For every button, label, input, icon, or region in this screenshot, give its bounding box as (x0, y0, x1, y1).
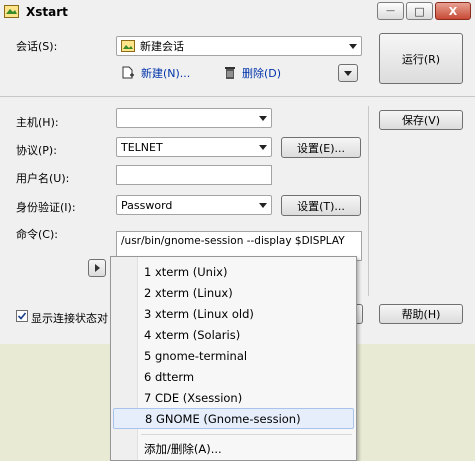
save-button[interactable]: 保存(V) (379, 110, 463, 130)
chevron-down-icon (349, 44, 357, 49)
run-button-label: 运行(R) (401, 52, 441, 66)
new-session-link[interactable]: 新建(N)... (121, 65, 190, 81)
save-button-label: 保存(V) (401, 114, 441, 127)
host-label: 主机(H): (16, 116, 59, 129)
protocol-combo[interactable]: TELNET (116, 137, 272, 157)
command-value: /usr/bin/gnome-session --display $DISPLA… (121, 235, 345, 247)
menu-item-add-delete[interactable]: 添加/删除(A)... (113, 438, 354, 459)
auth-settings-label: 设置(T)... (297, 199, 345, 213)
show-status-checkbox[interactable] (16, 310, 28, 322)
chevron-down-icon (344, 70, 352, 76)
help-button-label: 帮助(H) (401, 308, 441, 321)
menu-item-xterm-solaris[interactable]: 4 xterm (Solaris) (113, 324, 354, 345)
new-document-icon (122, 66, 134, 79)
minimize-icon: — (386, 6, 395, 16)
username-label: 用户名(U): (16, 172, 70, 185)
menu-item-label: 添加/删除(A)... (144, 441, 222, 456)
close-icon: X (448, 4, 458, 18)
window-title: Xstart (26, 5, 68, 19)
run-button[interactable]: 运行(R) (379, 33, 463, 84)
chevron-down-icon (259, 203, 267, 208)
session-combo[interactable]: 新建会话 (116, 36, 362, 56)
session-label: 会话(S): (16, 40, 58, 53)
maximize-icon: □ (414, 4, 425, 18)
auth-combo[interactable]: Password (116, 195, 272, 215)
trash-icon (225, 67, 235, 79)
chevron-down-icon (259, 116, 267, 121)
command-label: 命令(C): (16, 228, 58, 241)
menu-item-label: 3 xterm (Linux old) (144, 306, 254, 321)
vertical-separator (368, 106, 369, 296)
menu-item-cde-xsession[interactable]: 7 CDE (Xsession) (113, 387, 354, 408)
protocol-settings-button[interactable]: 设置(E)... (281, 137, 361, 158)
auth-label: 身份验证(I): (16, 201, 76, 214)
show-status-label: 显示连接状态对 (31, 312, 108, 325)
protocol-label: 协议(P): (16, 144, 57, 157)
separator (0, 96, 475, 97)
play-arrow-icon (94, 264, 100, 272)
menu-item-label: 6 dtterm (144, 369, 195, 384)
menu-item-label: 2 xterm (Linux) (144, 285, 233, 300)
menu-separator (141, 434, 352, 435)
new-session-label: 新建(N)... (141, 67, 191, 80)
menu-item-gnome-terminal[interactable]: 5 gnome-terminal (113, 345, 354, 366)
menu-item-label: 5 gnome-terminal (144, 348, 248, 363)
menu-item-label: 7 CDE (Xsession) (144, 390, 243, 405)
auth-settings-button[interactable]: 设置(T)... (281, 195, 361, 216)
close-button[interactable]: X (435, 2, 471, 20)
host-combo[interactable] (116, 108, 272, 128)
menu-item-label: 8 GNOME (Gnome-session) (145, 411, 301, 426)
delete-session-link[interactable]: 删除(D) (224, 65, 281, 81)
xstart-app-icon (4, 5, 19, 18)
minimize-button[interactable]: — (377, 2, 404, 20)
title-bar: Xstart — □ X (0, 0, 475, 26)
maximize-button[interactable]: □ (406, 2, 433, 20)
checkmark-icon (17, 312, 27, 320)
menu-item-xterm-unix[interactable]: 1 xterm (Unix) (113, 261, 354, 282)
menu-item-dtterm[interactable]: 6 dtterm (113, 366, 354, 387)
username-input[interactable] (116, 165, 272, 185)
session-options-button[interactable] (338, 64, 358, 82)
help-button[interactable]: 帮助(H) (379, 304, 463, 324)
chevron-down-icon (259, 145, 267, 150)
protocol-value: TELNET (121, 140, 163, 154)
command-preset-menu: 1 xterm (Unix) 2 xterm (Linux) 3 xterm (… (110, 256, 357, 461)
session-icon (121, 40, 135, 52)
session-selected: 新建会话 (140, 40, 184, 53)
menu-item-label: 4 xterm (Solaris) (144, 327, 241, 342)
command-menu-button[interactable] (88, 259, 106, 277)
menu-item-xterm-linux[interactable]: 2 xterm (Linux) (113, 282, 354, 303)
protocol-settings-label: 设置(E)... (296, 141, 346, 155)
menu-item-xterm-linux-old[interactable]: 3 xterm (Linux old) (113, 303, 354, 324)
auth-value: Password (121, 198, 173, 212)
delete-session-label: 删除(D) (242, 67, 282, 80)
menu-item-gnome-session[interactable]: 8 GNOME (Gnome-session) (113, 408, 354, 429)
menu-item-label: 1 xterm (Unix) (144, 264, 228, 279)
